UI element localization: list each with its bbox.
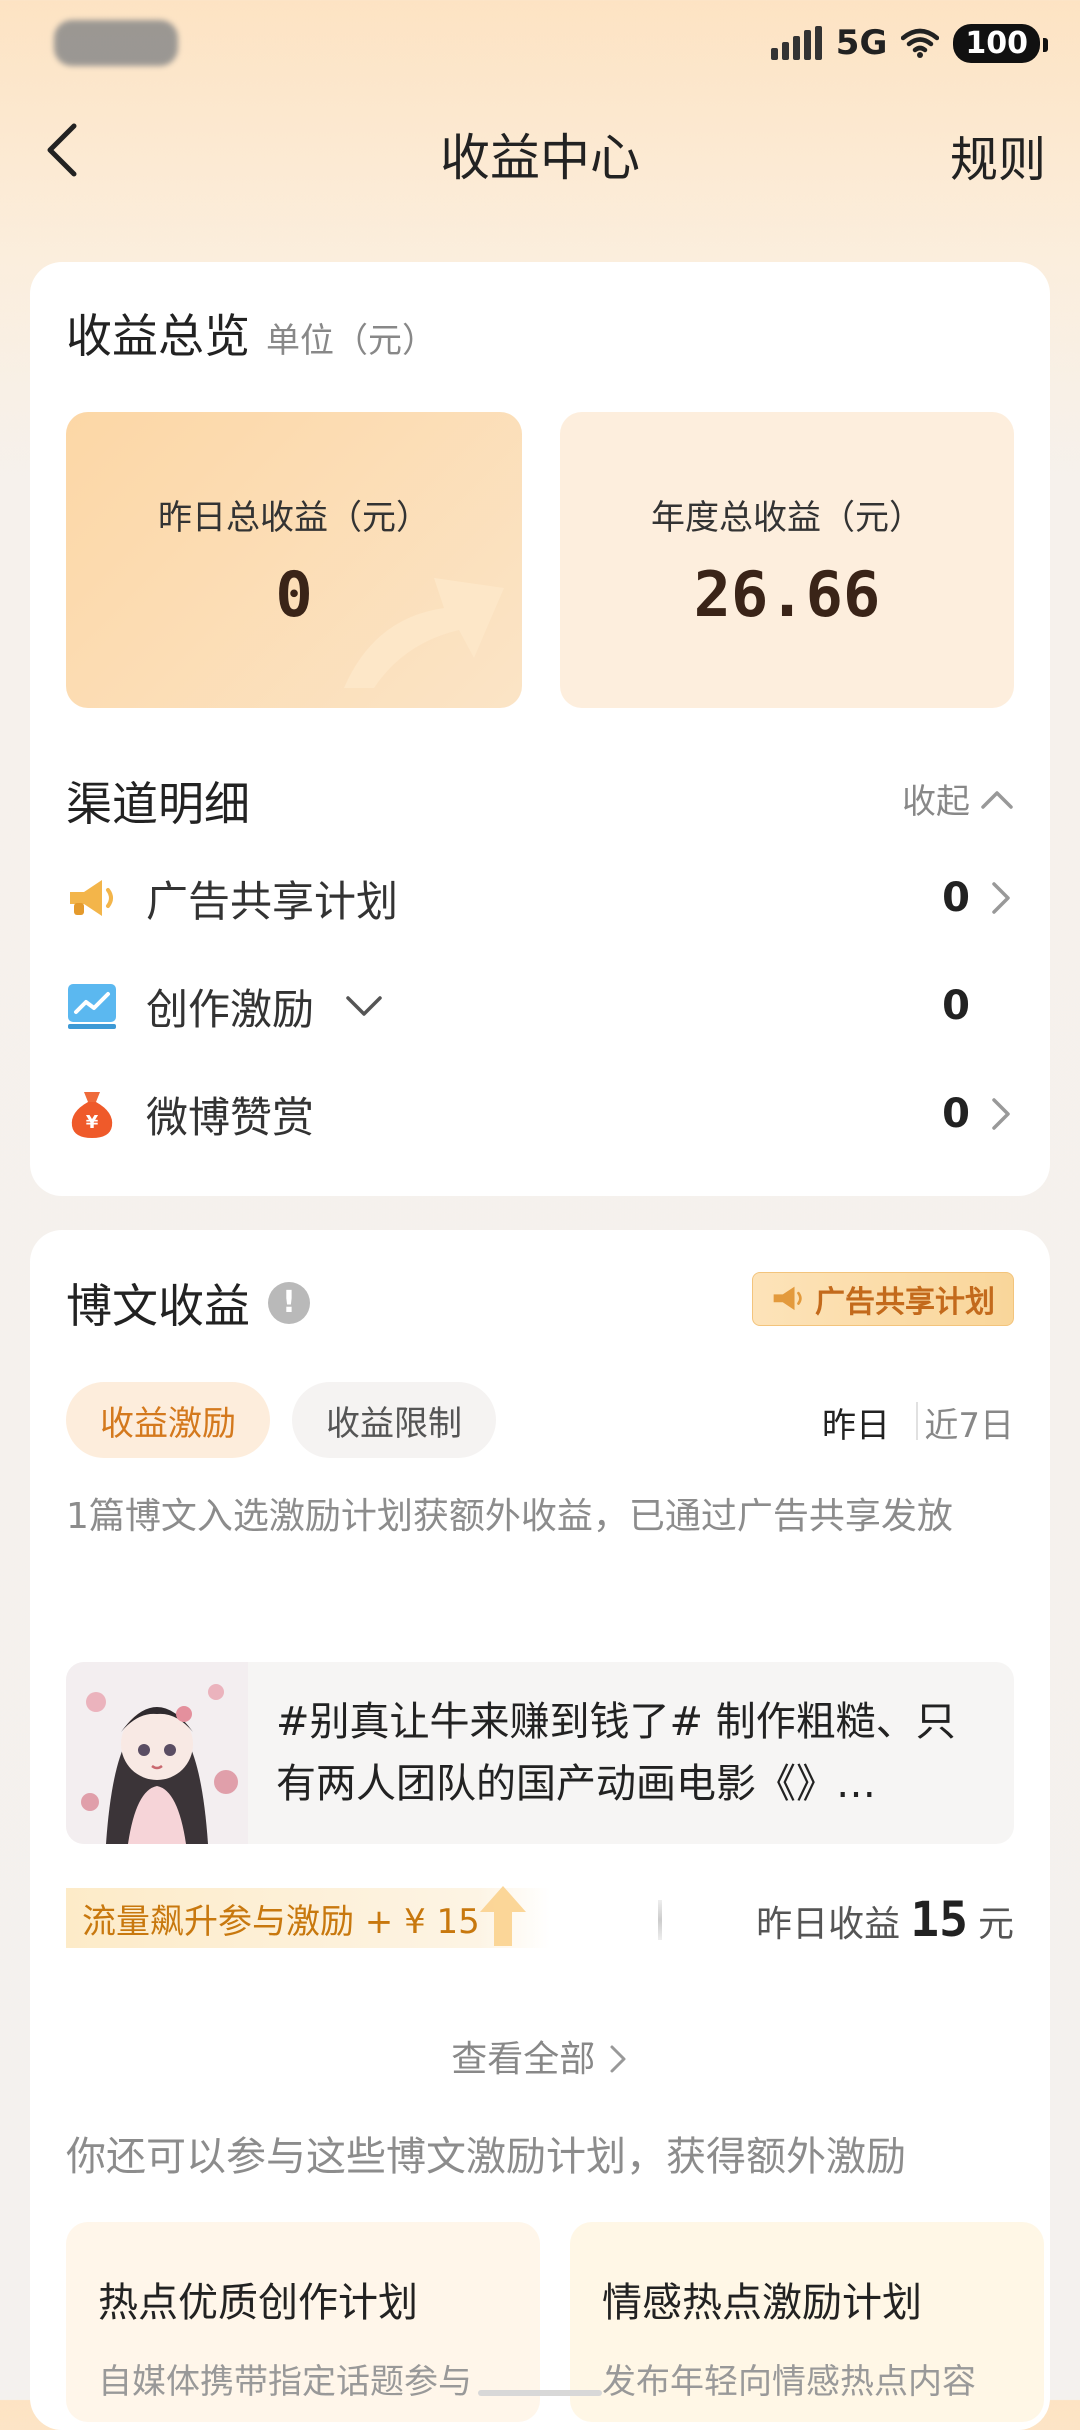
chevron-up-icon <box>981 790 1013 809</box>
post-income-header: 博文收益 ! <box>66 1270 310 1336</box>
overview-title: 收益总览 <box>66 309 250 363</box>
overview-card <box>30 262 1050 1196</box>
channel-label: 广告共享计划 <box>146 876 399 926</box>
battery-indicator: 100 <box>953 23 1048 63</box>
chevron-right-icon <box>992 1098 1010 1130</box>
yesterday-total-value: 0 <box>275 558 313 631</box>
plan-description: 自媒体携带指定话题参与 <box>98 2362 472 2402</box>
wifi-icon <box>901 28 940 58</box>
view-all-link[interactable]: 查看全部 <box>0 2030 1080 2082</box>
plan-title: 情感热点激励计划 <box>602 2280 922 2326</box>
plan-card-emotion-hot[interactable]: 情感热点激励计划 发布年轻向情感热点内容 <box>570 2222 1044 2422</box>
tab-income-limit[interactable]: 收益限制 <box>292 1382 496 1458</box>
yesterday-total-label: 昨日总收益（元） <box>158 498 430 538</box>
up-arrow-icon <box>480 1886 526 1946</box>
annual-total-value: 26.66 <box>693 558 881 631</box>
channel-value: 0 <box>942 875 970 921</box>
svg-text:¥: ¥ <box>86 1112 99 1133</box>
money-bag-icon: ¥ <box>71 1092 113 1138</box>
plan-card-hot-quality[interactable]: 热点优质创作计划 自媒体携带指定话题参与 <box>66 2222 540 2422</box>
channel-row-creation-incentive[interactable]: 创作激励 0 <box>66 966 1014 1046</box>
annual-total-label: 年度总收益（元） <box>651 498 923 538</box>
status-time-blurred <box>54 20 178 66</box>
ad-share-badge[interactable]: 广告共享计划 <box>752 1272 1014 1326</box>
channel-value: 0 <box>942 983 970 1029</box>
channel-row-weibo-tips[interactable]: ¥ 微博赞赏 0 <box>66 1074 1014 1154</box>
yesterday-income-value: 15 <box>910 1892 968 1948</box>
collapse-label: 收起 <box>902 782 970 822</box>
status-indicators: 5G 100 <box>770 18 1048 68</box>
channel-row-ad-share[interactable]: 广告共享计划 0 <box>66 858 1014 938</box>
channel-label: 创作激励 <box>146 984 315 1034</box>
post-thumbnail-image <box>66 1662 248 1844</box>
chevron-down-icon[interactable] <box>344 993 384 1019</box>
period-divider <box>916 1402 918 1440</box>
chart-screen-icon <box>68 984 116 1029</box>
channels-title: 渠道明细 <box>66 777 250 831</box>
channel-label: 微博赞赏 <box>146 1092 315 1142</box>
incentive-description: 1篇博文入选激励计划获额外收益，已通过广告共享发放 <box>66 1496 953 1537</box>
collapse-button[interactable]: 收起 <box>902 774 1014 823</box>
plan-description: 发布年轻向情感热点内容 <box>602 2362 976 2402</box>
divider <box>658 1900 662 1940</box>
view-all-label: 查看全部 <box>451 2039 596 2080</box>
post-title: #别真让牛来赚到钱了# 制作粗糙、只有两人团队的国产动画电影《》… <box>276 1699 956 1807</box>
period-7-days[interactable]: 近7日 <box>924 1398 1014 1447</box>
signal-icon <box>770 26 822 60</box>
home-indicator <box>478 2390 602 2396</box>
rules-button[interactable]: 规则 <box>950 120 1046 190</box>
more-plans-tip: 你还可以参与这些博文激励计划，获得额外激励 <box>66 2134 906 2180</box>
period-yesterday[interactable]: 昨日 <box>822 1398 890 1447</box>
yesterday-total-card[interactable]: 昨日总收益（元） 0 <box>66 412 522 708</box>
page-title: 收益中心 <box>440 129 640 187</box>
annual-total-card[interactable]: 年度总收益（元） 26.66 <box>560 412 1014 708</box>
yesterday-income-label: 昨日收益 <box>756 1904 901 1945</box>
chevron-right-icon <box>992 882 1010 914</box>
back-arrow-icon[interactable] <box>36 118 96 182</box>
plan-title: 热点优质创作计划 <box>98 2280 418 2326</box>
info-icon[interactable]: ! <box>268 1282 310 1324</box>
yesterday-income: 昨日收益 15 元 <box>756 1892 1014 1948</box>
channel-value: 0 <box>942 1091 970 1137</box>
megaphone-icon <box>773 1286 802 1311</box>
megaphone-icon <box>70 880 113 916</box>
ad-share-badge-label: 广告共享计划 <box>815 1285 995 1320</box>
yesterday-income-unit: 元 <box>977 1904 1014 1945</box>
tab-income-incentive[interactable]: 收益激励 <box>66 1382 270 1458</box>
post-income-title: 博文收益 <box>66 1279 250 1333</box>
chevron-right-icon <box>610 2045 626 2073</box>
post-item[interactable]: #别真让牛来赚到钱了# 制作粗糙、只有两人团队的国产动画电影《》… <box>66 1662 1014 1844</box>
network-label: 5G <box>835 23 888 63</box>
unit-label: 单位（元） <box>266 321 436 361</box>
overview-header: 收益总览 单位（元） <box>66 300 436 366</box>
